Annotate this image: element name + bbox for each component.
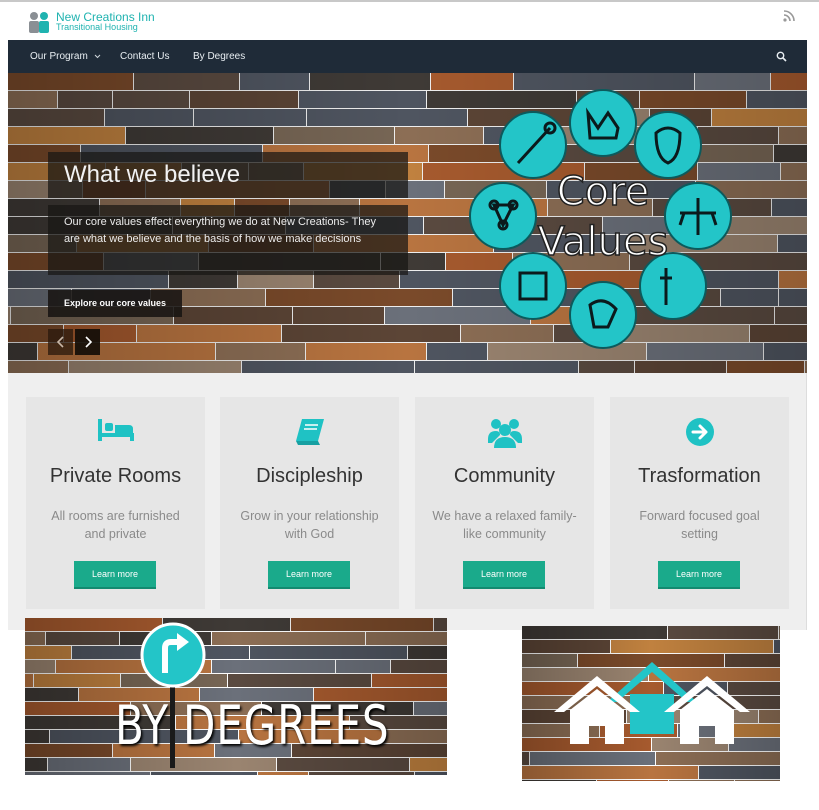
hero-slider: Core Values What we believe Our core val…	[8, 73, 807, 373]
main-navbar: Our Program Contact Us By Degrees	[8, 40, 807, 73]
bed-icon	[97, 419, 134, 441]
nav-item-by-degrees[interactable]: By Degrees	[193, 40, 245, 73]
learn-more-button[interactable]: Learn more	[74, 561, 156, 589]
core-values-line2: Values	[538, 219, 669, 265]
feature-desc: Grow in your relationship with God	[240, 509, 379, 541]
houses-icon	[554, 662, 750, 744]
feature-desc: We have a relaxed family-like community	[432, 509, 577, 541]
feature-title: Private Rooms	[49, 465, 182, 487]
feature-card-discipleship: Discipleship Grow in your relationship w…	[220, 397, 399, 609]
housing-banner[interactable]	[522, 626, 780, 781]
chevron-right-icon	[84, 336, 92, 348]
learn-more-button[interactable]: Learn more	[268, 561, 350, 589]
arrow-circle-right-icon	[685, 418, 714, 446]
feature-title: Discipleship	[256, 465, 363, 487]
slider-prev-button[interactable]	[48, 329, 73, 355]
nav-item-contact-us[interactable]: Contact Us	[120, 40, 169, 73]
by-degrees-banner[interactable]: BY DEGREES	[25, 618, 447, 775]
chevron-left-icon	[56, 336, 64, 348]
hero-text: Our core values effect everything we do …	[48, 205, 408, 275]
by-degrees-text: BY DEGREES	[115, 694, 390, 757]
learn-more-button[interactable]: Learn more	[463, 561, 545, 589]
feature-card-transformation: Trasformation Forward focused goal setti…	[610, 397, 789, 609]
feature-desc: Forward focused goal setting	[639, 509, 760, 541]
core-values-graphic: Core Values	[469, 89, 732, 349]
feature-card-private-rooms: Private Rooms All rooms are furnished an…	[26, 397, 205, 609]
users-icon	[487, 419, 522, 448]
book-icon	[295, 419, 324, 445]
chevron-down-icon	[94, 54, 100, 59]
hero-title: What we believe	[48, 152, 408, 198]
learn-more-button[interactable]: Learn more	[658, 561, 740, 589]
nav-label: Our Program	[30, 51, 88, 62]
feature-desc: All rooms are furnished and private	[51, 509, 180, 541]
site-logo[interactable]: New Creations Inn Transitional Housing	[26, 11, 155, 33]
core-values-line1: Core	[557, 169, 650, 215]
site-header: New Creations Inn Transitional Housing	[8, 2, 807, 40]
explore-core-values-button[interactable]: Explore our core values	[48, 290, 183, 317]
nav-item-our-program[interactable]: Our Program	[30, 40, 101, 73]
feature-title: Trasformation	[638, 465, 761, 487]
search-icon[interactable]	[776, 51, 787, 62]
feature-card-community: Community We have a relaxed family-like …	[415, 397, 594, 609]
page: New Creations Inn Transitional Housing O…	[0, 0, 819, 810]
slider-next-button[interactable]	[75, 329, 100, 355]
rss-icon[interactable]	[783, 10, 795, 22]
feature-title: Community	[453, 465, 556, 487]
feature-cards: Private Rooms All rooms are furnished an…	[26, 397, 789, 609]
logo-title: New Creations Inn	[56, 10, 155, 24]
logo-people-icon	[29, 12, 49, 33]
